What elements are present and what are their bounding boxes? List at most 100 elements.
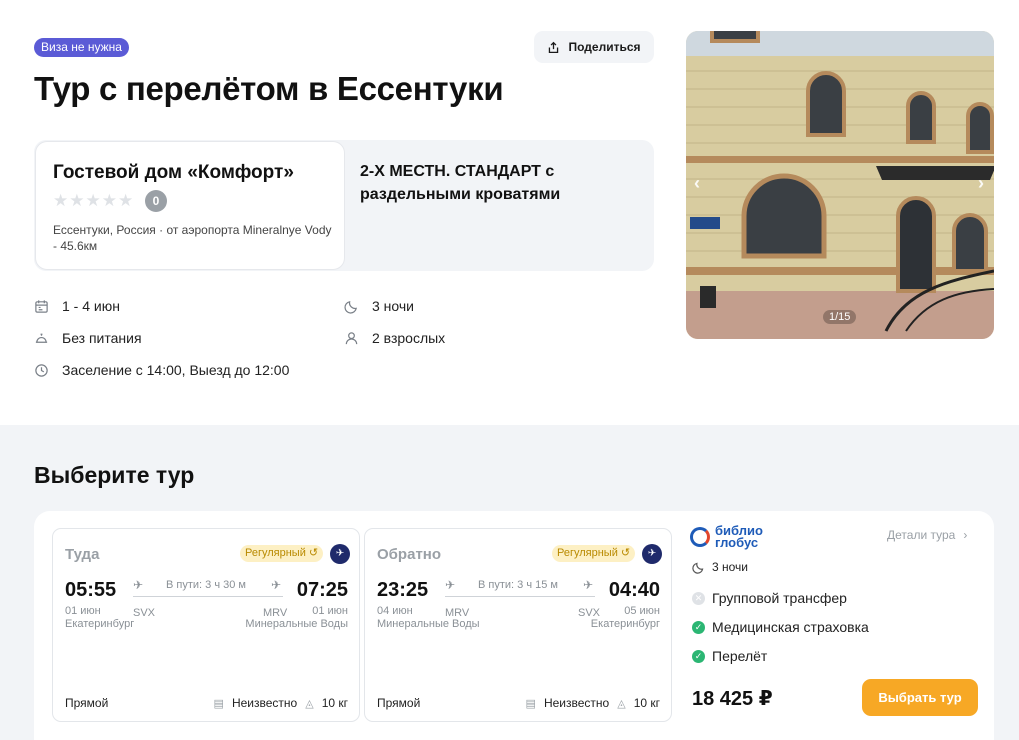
feature-label: Медицинская страховка	[712, 619, 869, 635]
hotel-room-block: Гостевой дом «Комфорт» ★ ★ ★ ★ ★ 0 Ессен…	[34, 140, 654, 271]
moon-icon	[344, 300, 357, 314]
history-icon: ↺	[620, 547, 631, 559]
flight-duration: В пути: 3 ч 15 м	[478, 579, 558, 591]
calendar-icon	[35, 299, 48, 313]
clock-icon	[35, 363, 48, 377]
regular-badge: Регулярный ↺	[240, 545, 324, 562]
suitcase-icon: ▤	[525, 697, 536, 710]
tour-details-label: Детали тура	[887, 528, 956, 542]
bag-icon: ◬	[617, 697, 626, 710]
visa-badge: Виза не нужна	[34, 38, 129, 57]
rating-badge: 0	[145, 190, 167, 212]
arrival-city: Минеральные Воды	[245, 618, 348, 630]
star-icon: ★	[101, 191, 117, 210]
feature-label: Групповой трансфер	[712, 590, 847, 606]
share-icon	[549, 41, 559, 53]
baggage-info: ▤ Неизвестно ◬ 10 кг	[526, 696, 660, 710]
operator-logo-icon	[690, 527, 710, 547]
suitcase-icon: ▤	[213, 697, 224, 710]
flight-direction-label: Обратно	[377, 546, 442, 563]
checkin-text: Заселение с 14:00, Выезд до 12:00	[62, 362, 290, 378]
page-title: Тур с перелётом в Ессентуки	[34, 70, 504, 107]
hotel-card[interactable]: Гостевой дом «Комфорт» ★ ★ ★ ★ ★ 0 Ессен…	[36, 142, 344, 269]
flight-line	[133, 596, 283, 597]
checkin-info: Заселение с 14:00, Выезд до 12:00	[34, 362, 289, 378]
person-icon	[345, 331, 358, 344]
star-icon: ★	[118, 191, 134, 210]
feature-insurance: ✓ Медицинская страховка	[692, 619, 869, 635]
guests-info: 2 взрослых	[344, 330, 445, 346]
photo-next-button[interactable]: ›	[978, 173, 984, 194]
operator-logo: библио глобус	[690, 524, 763, 550]
arrival-time: 07:25	[296, 579, 348, 601]
room-type: 2-Х МЕСТН. СТАНДАРТ с раздельными кроват…	[360, 163, 561, 203]
history-icon: ↺	[308, 547, 319, 559]
regular-badge: Регулярный ↺	[552, 545, 636, 562]
takeoff-icon: ✈	[445, 578, 456, 592]
bag-icon: ◬	[305, 697, 314, 710]
hotel-photo-gallery[interactable]: ‹ › 1/15	[686, 31, 994, 339]
regular-label: Регулярный	[245, 547, 306, 559]
departure-code: SVX	[133, 607, 156, 619]
hotel-photo	[686, 31, 994, 339]
star-icon: ★	[69, 191, 85, 210]
cabin-baggage: Неизвестно	[543, 696, 610, 710]
photo-counter: 1/15	[823, 310, 857, 324]
flight-line	[445, 596, 595, 597]
nights-info: 3 ночи	[344, 298, 414, 314]
baggage-info: ▤ Неизвестно ◬ 10 кг	[214, 696, 348, 710]
direct-flight-label: Прямой	[377, 696, 421, 710]
departure-date: 04 июн	[377, 605, 413, 617]
arrival-date: 05 июн	[624, 605, 660, 617]
share-button[interactable]: Поделиться	[534, 31, 654, 63]
feature-flight: ✓ Перелёт	[692, 648, 767, 664]
airline-logo-icon: ✈	[330, 544, 350, 564]
photo-prev-button[interactable]: ‹	[694, 173, 700, 194]
landing-icon: ✈	[583, 578, 594, 592]
tour-offer-card: Туда Регулярный ↺ ✈ 05:55 ✈ В пути: 3 ч 3…	[34, 511, 994, 740]
star-icon: ★	[53, 191, 69, 210]
operator-nights-text: 3 ночи	[712, 560, 748, 574]
flight-direction-label: Туда	[65, 546, 100, 563]
operator-nights: 3 ночи	[692, 560, 748, 574]
meal-text: Без питания	[62, 330, 142, 346]
moon-icon	[692, 562, 704, 574]
section-title: Выберите тур	[34, 462, 195, 488]
direct-flight-label: Прямой	[65, 696, 109, 710]
feature-transfer: ✕ Групповой трансфер	[692, 590, 847, 606]
arrival-city: Екатеринбург	[590, 618, 660, 630]
operator-logo-text: библио глобус	[715, 524, 763, 550]
excluded-icon: ✕	[692, 591, 705, 605]
operator-logo-line2: глобус	[715, 535, 759, 550]
flight-duration: В пути: 3 ч 30 м	[166, 579, 246, 591]
hotel-name[interactable]: Гостевой дом «Комфорт»	[53, 162, 294, 184]
meal-info: Без питания	[34, 330, 142, 346]
guests-text: 2 взрослых	[372, 330, 446, 346]
check-icon: ✓	[692, 649, 705, 663]
arrival-date: 01 июн	[312, 605, 348, 617]
nights-text: 3 ночи	[372, 298, 414, 314]
flight-return[interactable]: Обратно Регулярный ↺ ✈ 23:25 ✈ В пути: 3 …	[364, 528, 672, 722]
tour-details-link[interactable]: Детали тура ›	[887, 528, 967, 542]
baggage-weight: 10 кг	[321, 696, 348, 710]
flight-outbound[interactable]: Туда Регулярный ↺ ✈ 05:55 ✈ В пути: 3 ч 3…	[52, 528, 360, 722]
arrival-time: 04:40	[608, 579, 660, 601]
star-icon: ★	[85, 191, 101, 210]
departure-date: 01 июн	[65, 605, 101, 617]
landing-icon: ✈	[271, 578, 282, 592]
hotel-location: Ессентуки, Россия · от аэропорта Mineral…	[53, 223, 332, 253]
feature-label: Перелёт	[712, 648, 768, 664]
dates-text: 1 - 4 июн	[62, 298, 120, 314]
hotel-stars: ★ ★ ★ ★ ★	[53, 192, 133, 209]
check-icon: ✓	[692, 620, 705, 634]
cabin-baggage: Неизвестно	[231, 696, 298, 710]
tour-header-section: Виза не нужна Поделиться Тур с перелётом…	[0, 0, 1019, 425]
departure-city: Минеральные Воды	[377, 618, 480, 630]
cloche-icon	[35, 333, 48, 343]
departure-city: Екатеринбург	[65, 618, 135, 630]
tour-selection-section: Выберите тур Туда Регулярный ↺ ✈ 05:55 ✈ …	[0, 425, 1019, 740]
takeoff-icon: ✈	[133, 578, 144, 592]
select-tour-button[interactable]: Выбрать тур	[862, 679, 978, 716]
airline-logo-icon: ✈	[642, 544, 662, 564]
departure-time: 23:25	[377, 579, 429, 601]
